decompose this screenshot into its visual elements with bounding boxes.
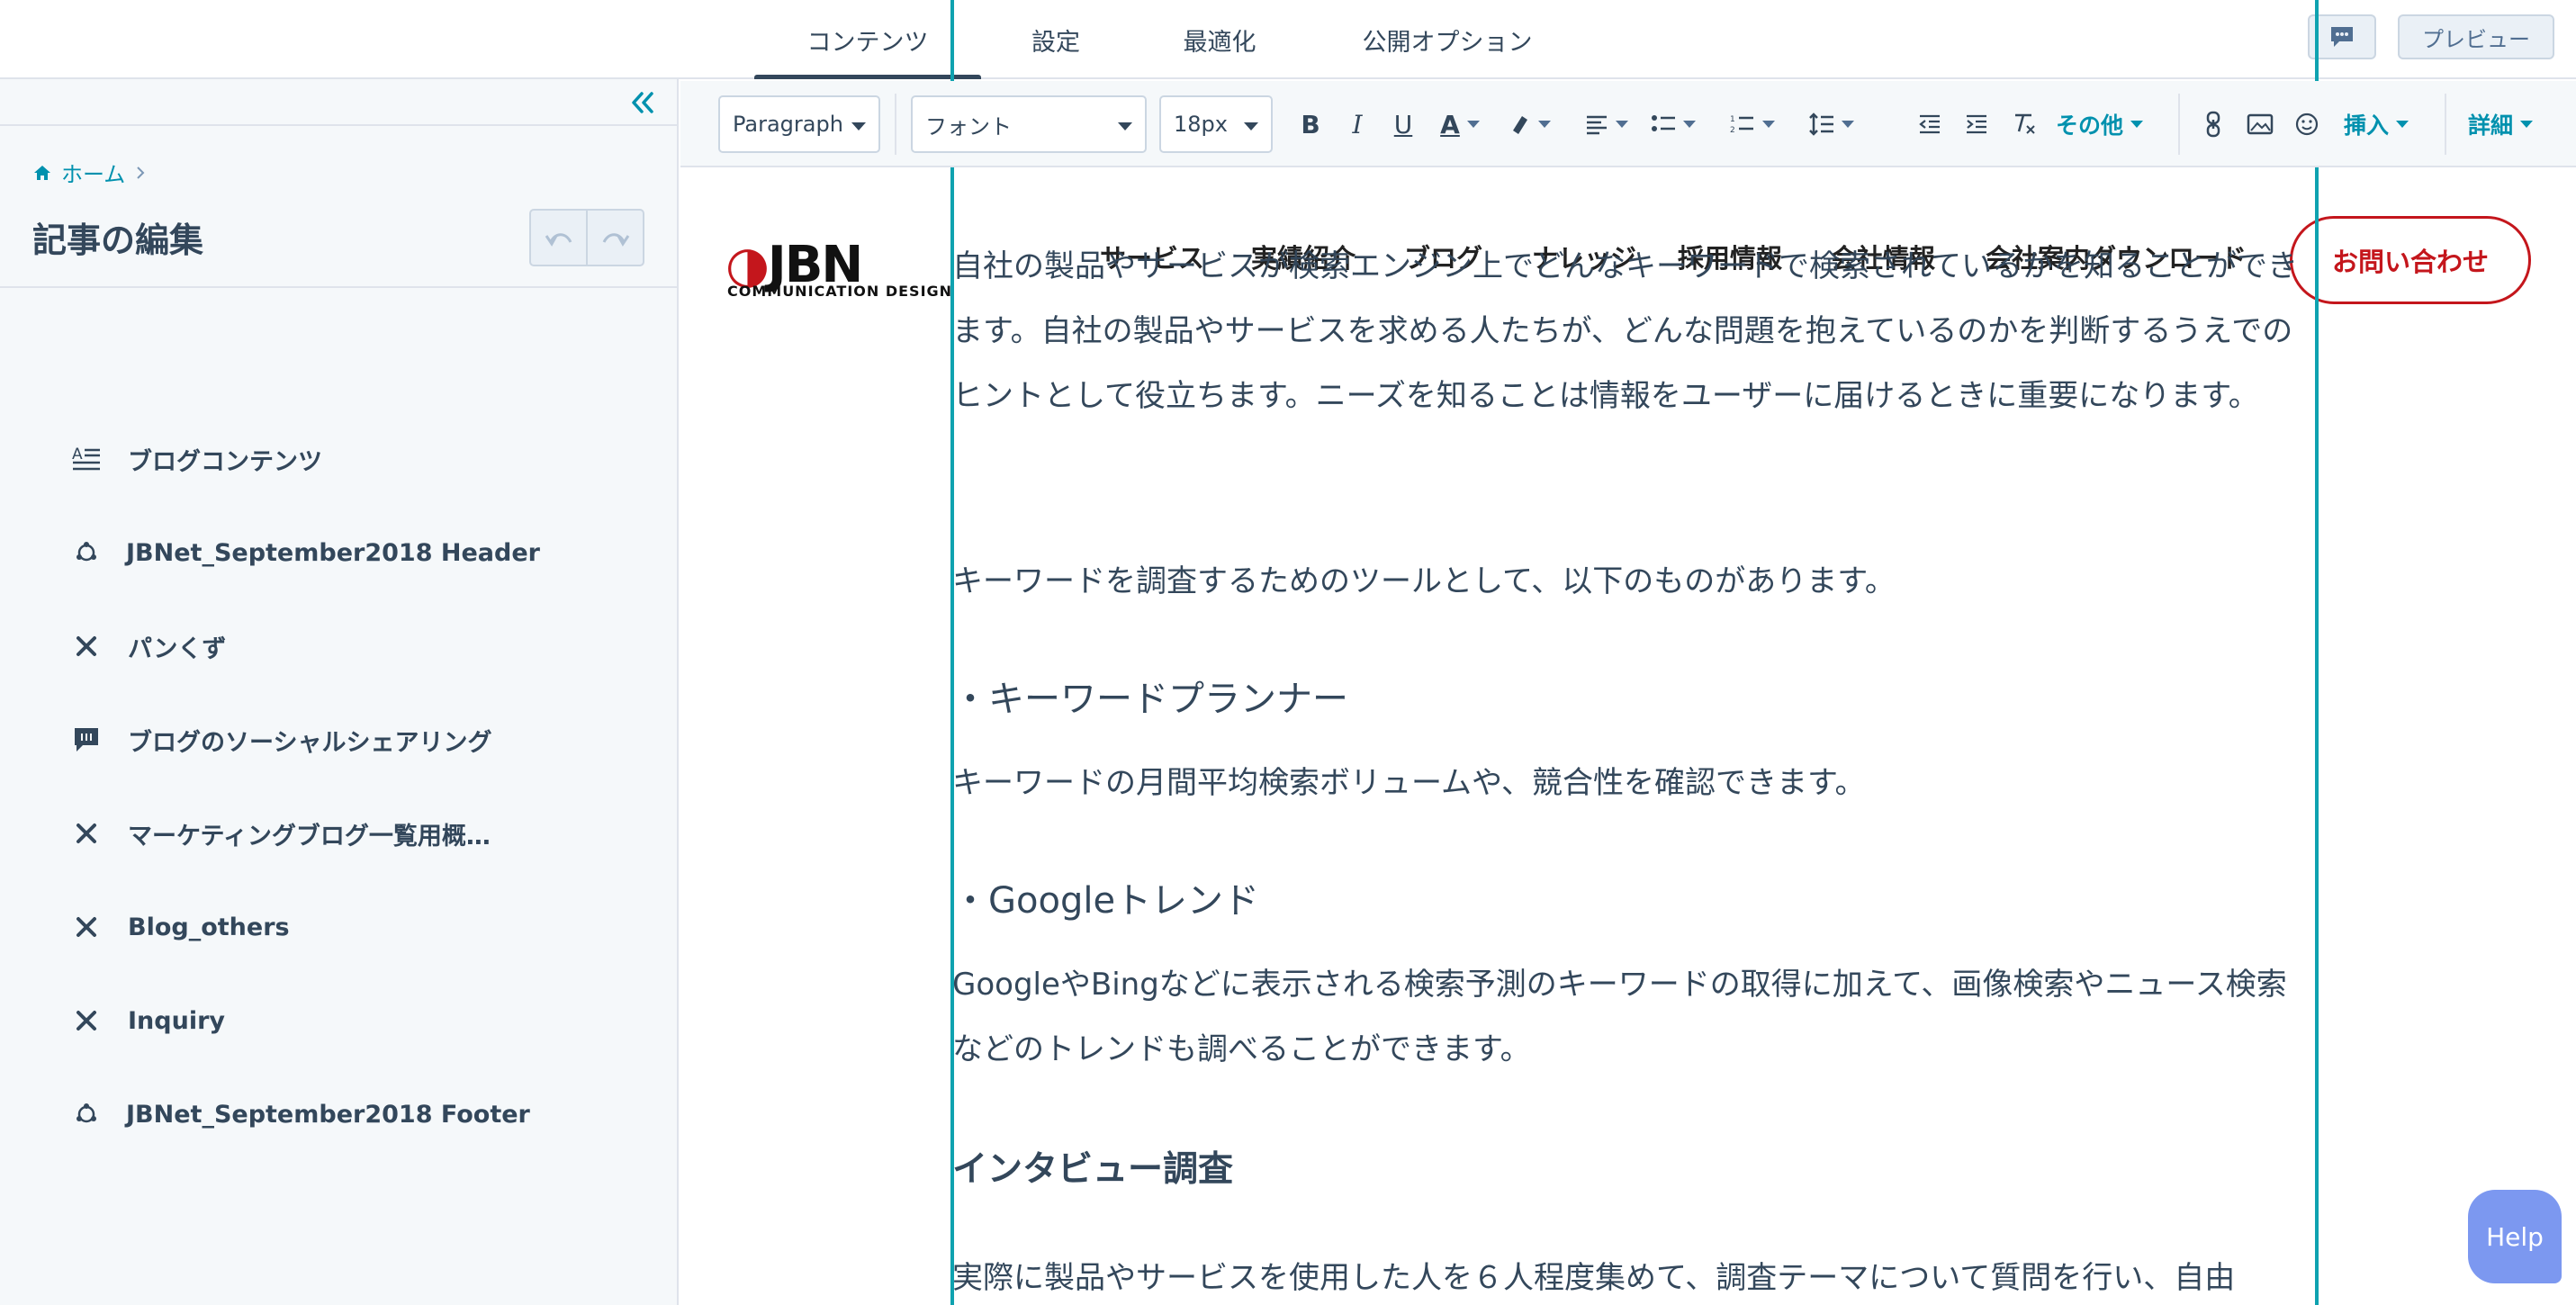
italic-icon[interactable]: I <box>1343 106 1372 142</box>
rich-text-toolbar: Paragraph フォント 18px B I U A 12 その他 挿入 詳細 <box>680 81 2576 167</box>
font-family-select[interactable]: フォント <box>911 95 1147 153</box>
social-sharing-icon <box>67 720 106 760</box>
module-label: JBNet_September2018 Footer <box>126 1100 530 1129</box>
module-item-inquiry[interactable]: Inquiry <box>0 988 679 1053</box>
article-paragraph[interactable]: キーワードの月間平均検索ボリュームや、競合性を確認できます。 <box>952 751 2313 815</box>
sidebar-collapse-row <box>0 79 679 126</box>
site-contact-button: お問い合わせ <box>2290 216 2531 304</box>
svg-text:A: A <box>72 446 83 464</box>
bulleted-list-icon[interactable] <box>1644 106 1703 142</box>
module-label: Inquiry <box>128 1006 225 1035</box>
text-color-icon[interactable]: A <box>1433 106 1487 142</box>
article-paragraph[interactable]: GoogleやBingなどに表示される検索予測のキーワードの取得に加えて、画像検… <box>952 952 2313 1082</box>
global-module-icon <box>67 533 106 572</box>
rich-text-editor-region[interactable] <box>950 0 2319 1305</box>
double-chevron-left-icon <box>632 92 653 113</box>
module-item-marketing-blog-list[interactable]: マーケティングブログ一覧用概… <box>0 801 679 866</box>
custom-module-icon <box>67 1001 106 1040</box>
breadcrumb-home-link[interactable]: ホーム <box>61 157 125 188</box>
undo-button[interactable] <box>531 211 586 265</box>
sidebar: ホーム 記事の編集 A ブログコンテンツ JBNet_September2018… <box>0 79 679 1305</box>
comment-icon <box>2331 27 2353 47</box>
undo-redo-group <box>529 209 644 266</box>
bold-icon[interactable]: B <box>1296 106 1325 142</box>
global-module-icon <box>67 1094 106 1134</box>
article-paragraph[interactable]: 実際に製品やサービスを使用した人を６人程度集めて、調査テーマについて質問を行い、… <box>952 1246 2313 1305</box>
insert-menu[interactable]: 挿入 <box>2344 103 2409 146</box>
block-style-select[interactable]: Paragraph <box>718 95 880 153</box>
line-height-icon[interactable] <box>1802 106 1861 142</box>
highlight-icon[interactable] <box>1501 106 1557 142</box>
article-paragraph[interactable]: キーワードを調査するためのツールとして、以下のものがあります。 <box>952 549 2313 614</box>
advanced-menu[interactable]: 詳細 <box>2468 103 2534 146</box>
module-item-breadcrumb[interactable]: パンくず <box>0 614 679 679</box>
module-item-blog-content[interactable]: A ブログコンテンツ <box>0 427 679 491</box>
clear-formatting-icon[interactable] <box>2009 106 2040 142</box>
font-size-select[interactable]: 18px <box>1159 95 1273 153</box>
article-subheading[interactable]: インタビュー調査 <box>952 1141 1233 1192</box>
chevron-right-icon <box>137 166 145 179</box>
indent-icon[interactable] <box>1962 106 1991 142</box>
module-item-blog-others[interactable]: Blog_others <box>0 895 679 959</box>
module-label: JBNet_September2018 Header <box>126 538 540 567</box>
sidebar-header: ホーム 記事の編集 <box>0 126 679 288</box>
custom-module-icon <box>67 907 106 947</box>
module-item-footer[interactable]: JBNet_September2018 Footer <box>0 1082 679 1147</box>
module-item-header[interactable]: JBNet_September2018 Header <box>0 520 679 585</box>
module-label: ブログのソーシャルシェアリング <box>128 728 492 757</box>
collapse-sidebar-button[interactable] <box>625 85 661 121</box>
svg-text:1: 1 <box>1730 115 1735 124</box>
rich-text-icon: A <box>67 439 106 479</box>
module-label: ブログコンテンツ <box>128 447 322 476</box>
redo-icon <box>602 233 629 247</box>
article-bullet-heading[interactable]: ・Googleトレンド <box>952 871 1259 923</box>
outdent-icon[interactable] <box>1915 106 1944 142</box>
module-item-social-sharing[interactable]: ブログのソーシャルシェアリング <box>0 707 679 772</box>
custom-module-icon <box>67 626 106 666</box>
module-label: パンくず <box>128 634 227 663</box>
page-title: 記事の編集 <box>32 220 204 260</box>
tab-content[interactable]: コンテンツ <box>754 0 981 81</box>
site-logo: ◑JBN COMMUNICATION DESIGN <box>725 236 953 300</box>
undo-icon <box>545 233 572 247</box>
help-button[interactable]: Help <box>2468 1190 2562 1283</box>
article-bullet-heading[interactable]: ・キーワードプランナー <box>952 670 1348 722</box>
link-icon[interactable] <box>2200 106 2227 142</box>
numbered-list-icon[interactable]: 12 <box>1723 106 1782 142</box>
image-icon[interactable] <box>2245 106 2275 142</box>
redo-button[interactable] <box>586 211 643 265</box>
custom-module-icon <box>67 814 106 853</box>
article-paragraph[interactable]: 自社の製品やサービスが検索エンジン上でどんなキーワードで検索されているかを知るこ… <box>952 234 2313 428</box>
underline-icon[interactable]: U <box>1388 106 1419 142</box>
align-icon[interactable] <box>1581 106 1633 142</box>
module-label: マーケティングブログ一覧用概… <box>128 822 491 850</box>
home-icon <box>34 165 50 180</box>
more-menu[interactable]: その他 <box>2056 103 2144 146</box>
preview-button[interactable]: プレビュー <box>2398 14 2554 59</box>
svg-text:2: 2 <box>1730 126 1735 135</box>
module-label: Blog_others <box>128 913 290 941</box>
emoji-icon[interactable] <box>2292 106 2322 142</box>
breadcrumb: ホーム <box>32 157 147 188</box>
